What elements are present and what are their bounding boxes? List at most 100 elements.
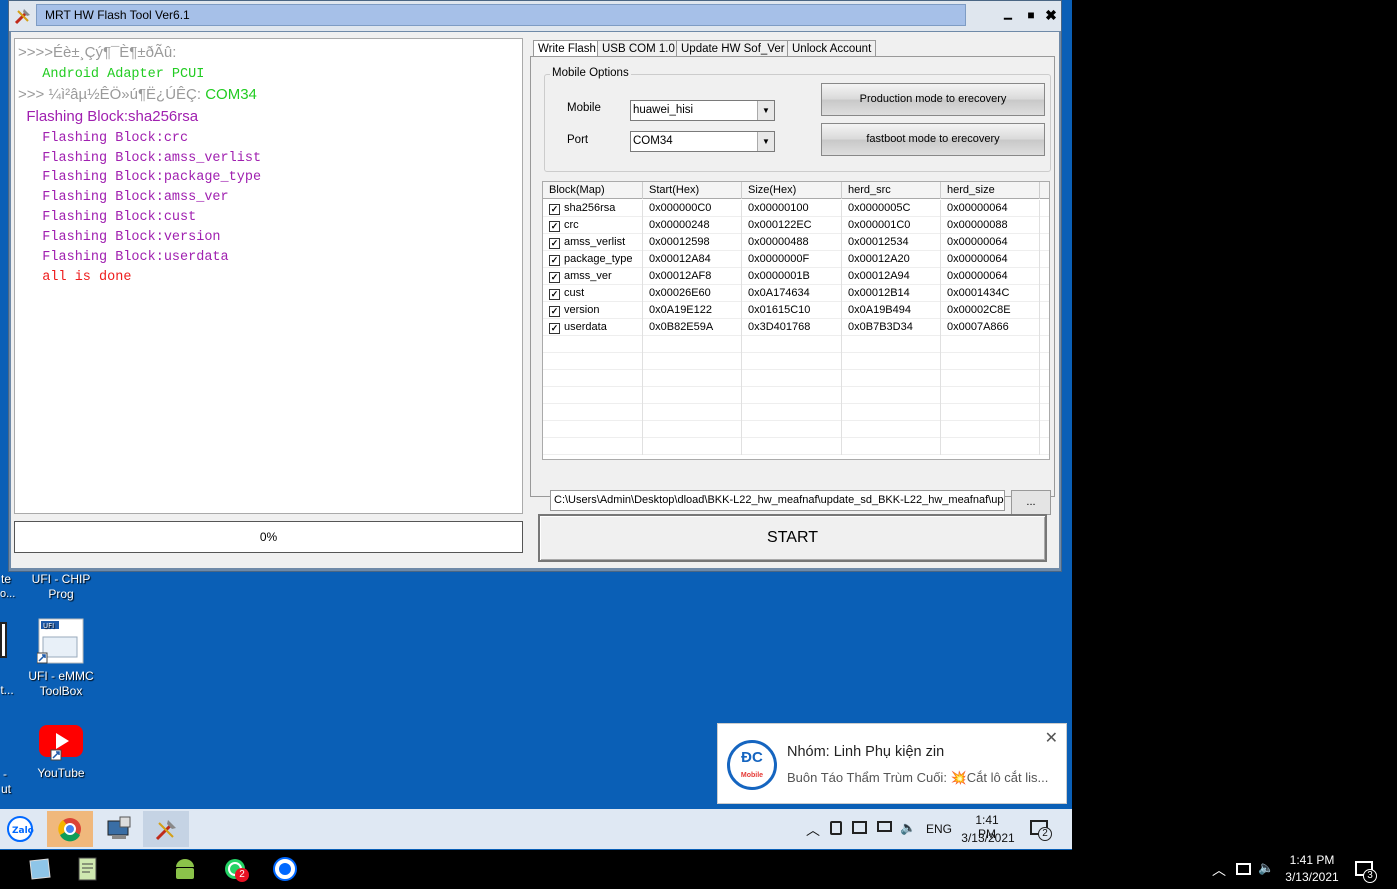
table-cell: 0x00000064 (941, 251, 1040, 268)
chevron-down-icon[interactable]: ▼ (757, 132, 774, 151)
table-cell: 0x00000488 (742, 234, 842, 251)
taskbar-whatsapp-button[interactable]: 2 (215, 853, 255, 889)
toast-title: Nhóm: Linh Phụ kiện zin (787, 744, 945, 760)
table-row[interactable]: ✓ amss_ver 0x00012AF8 0x0000001B 0x00012A94 0… (543, 268, 1049, 285)
empty-cell (941, 370, 1040, 387)
taskbar-zalo-host-button[interactable] (265, 853, 305, 889)
update-icon[interactable] (852, 821, 867, 834)
svg-text:Zalo: Zalo (12, 826, 34, 836)
notification-toast[interactable]: ĐC Mobile Nhóm: Linh Phụ kiện zin Buôn Tá… (717, 723, 1067, 804)
table-row[interactable]: ✓ userdata 0x0B82E59A 0x3D401768 0x0B7B3D34 0… (543, 319, 1049, 336)
empty-cell (543, 421, 643, 438)
table-row[interactable]: ✓ package_type 0x00012A84 0x0000000F 0x00012… (543, 251, 1049, 268)
taskbar-android-button[interactable] (165, 853, 205, 889)
taskbar-zalo-button[interactable]: Zalo (0, 811, 40, 847)
block-name-cell: ✓ amss_ver (543, 268, 643, 285)
host-clock-time[interactable]: 1:41 PM (1284, 853, 1340, 867)
minimize-button[interactable]: ▁ (997, 7, 1019, 25)
desktop-icon-ufi-emmc-toolbox[interactable]: UFI UFI - eMMC ToolBox (22, 617, 100, 699)
cell-text: 0x00012B14 (848, 287, 910, 299)
empty-cell (643, 370, 742, 387)
cell-text: 0x00012598 (649, 236, 710, 248)
empty-cell (643, 404, 742, 421)
production-mode-button[interactable]: Production mode to erecovery (821, 83, 1045, 116)
cell-text: 0x00012A20 (848, 253, 910, 265)
log-output[interactable]: >>>>Éè±¸Çý¶¯È¶±ðÃû: Android Adapter PCUI… (14, 38, 523, 514)
block-checkbox[interactable]: ✓ (549, 272, 560, 283)
empty-table-row (543, 370, 1049, 387)
block-checkbox[interactable]: ✓ (549, 306, 560, 317)
cell-text: 0x0000005C (848, 202, 911, 214)
mobile-select[interactable]: huawei_hisi ▼ (630, 100, 775, 121)
window-titlebar[interactable]: MRT HW Flash Tool Ver6.1 ▁ ■ ✖ (9, 1, 1061, 31)
chevron-up-icon[interactable]: ︿ (1212, 860, 1226, 880)
clock-date[interactable]: 3/13/2021 (960, 831, 1016, 845)
device-icon[interactable] (830, 821, 842, 835)
maximize-button[interactable]: ■ (1020, 7, 1042, 25)
table-cell: 0x00002C8E (941, 302, 1040, 319)
block-checkbox[interactable]: ✓ (549, 289, 560, 300)
chevron-up-icon[interactable]: ︿ (806, 820, 820, 840)
column-header[interactable]: Start(Hex) (643, 182, 742, 199)
table-row[interactable]: ✓ cust 0x00026E60 0x0A174634 0x00012B14 0x000… (543, 285, 1049, 302)
cell-text: 0x00012A94 (848, 270, 910, 282)
block-checkbox[interactable]: ✓ (549, 323, 560, 334)
cell-text: 0x00012AF8 (649, 270, 712, 282)
table-cell: 0x00026E60 (643, 285, 742, 302)
volume-icon[interactable]: 🔈 (1258, 860, 1274, 876)
chevron-down-icon[interactable]: ▼ (757, 101, 774, 120)
table-cell: 0x00012A20 (842, 251, 941, 268)
group-title: Mobile Options (550, 67, 631, 79)
desktop-icon-youtube[interactable]: YouTube (22, 722, 100, 781)
taskbar-host-app-button[interactable] (20, 853, 60, 889)
empty-cell (543, 404, 643, 421)
taskbar-chrome-button[interactable] (47, 811, 93, 847)
firmware-path-input[interactable]: C:\Users\Admin\Desktop\dload\BKK-L22_hw_… (550, 490, 1005, 511)
empty-table-row (543, 336, 1049, 353)
browse-button[interactable]: ... (1011, 490, 1051, 515)
table-cell: 0x000122EC (742, 217, 842, 234)
log-line: Flashing Block:package_type (18, 170, 262, 186)
column-header[interactable]: herd_src (842, 182, 941, 199)
empty-cell (543, 438, 643, 455)
column-header[interactable]: Block(Map) (543, 182, 643, 199)
desktop-icon-ufi-chip-prog[interactable]: UFI - CHIP Prog (22, 572, 100, 602)
window-title: MRT HW Flash Tool Ver6.1 (36, 4, 966, 26)
block-checkbox[interactable]: ✓ (549, 221, 560, 232)
table-row[interactable]: ✓ crc 0x00000248 0x000122EC 0x000001C0 0x0000… (543, 217, 1049, 234)
desktop-edge-icon[interactable] (0, 622, 7, 658)
progress-label: 0% (259, 530, 278, 544)
block-checkbox[interactable]: ✓ (549, 204, 560, 215)
column-header[interactable]: Size(Hex) (742, 182, 842, 199)
taskbar-network-app-button[interactable] (96, 811, 142, 847)
port-select[interactable]: COM34 ▼ (630, 131, 775, 152)
empty-cell (941, 336, 1040, 353)
cell-text: 0x0A174634 (748, 287, 810, 299)
taskbar-notepad-button[interactable] (68, 853, 108, 889)
cell-text: 0x00000064 (947, 270, 1008, 282)
network-icon[interactable] (1236, 863, 1251, 875)
table-row[interactable]: ✓ sha256rsa 0x000000C0 0x00000100 0x0000005C… (543, 200, 1049, 217)
host-clock-date[interactable]: 3/13/2021 (1282, 870, 1342, 884)
table-row[interactable]: ✓ version 0x0A19E122 0x01615C10 0x0A19B494 0x… (543, 302, 1049, 319)
block-checkbox[interactable]: ✓ (549, 255, 560, 266)
table-row[interactable]: ✓ amss_verlist 0x00012598 0x00000488 0x00012… (543, 234, 1049, 251)
cell-text: cust (564, 287, 585, 299)
block-map-table[interactable]: Block(Map) Start(Hex) Size(Hex) herd_src… (542, 181, 1050, 460)
taskbar-mrt-tool-button[interactable] (143, 811, 189, 847)
desktop-icon-label: UFI - eMMC ToolBox (28, 669, 94, 698)
table-cell: 0x00012A84 (643, 251, 742, 268)
cell-text: userdata (564, 321, 607, 333)
volume-icon[interactable]: 🔈 (900, 820, 916, 836)
language-indicator[interactable]: ENG (926, 822, 952, 836)
block-checkbox[interactable]: ✓ (549, 238, 560, 249)
table-cell: 0x00012534 (842, 234, 941, 251)
start-button[interactable]: START (538, 514, 1047, 562)
column-header[interactable]: herd_size (941, 182, 1040, 199)
close-icon[interactable]: ✕ (1045, 728, 1058, 748)
network-icon[interactable] (877, 821, 892, 832)
close-button[interactable]: ✖ (1040, 7, 1062, 25)
empty-cell (842, 336, 941, 353)
fastboot-mode-button[interactable]: fastboot mode to erecovery (821, 123, 1045, 156)
cell-text: amss_ver (564, 270, 612, 282)
